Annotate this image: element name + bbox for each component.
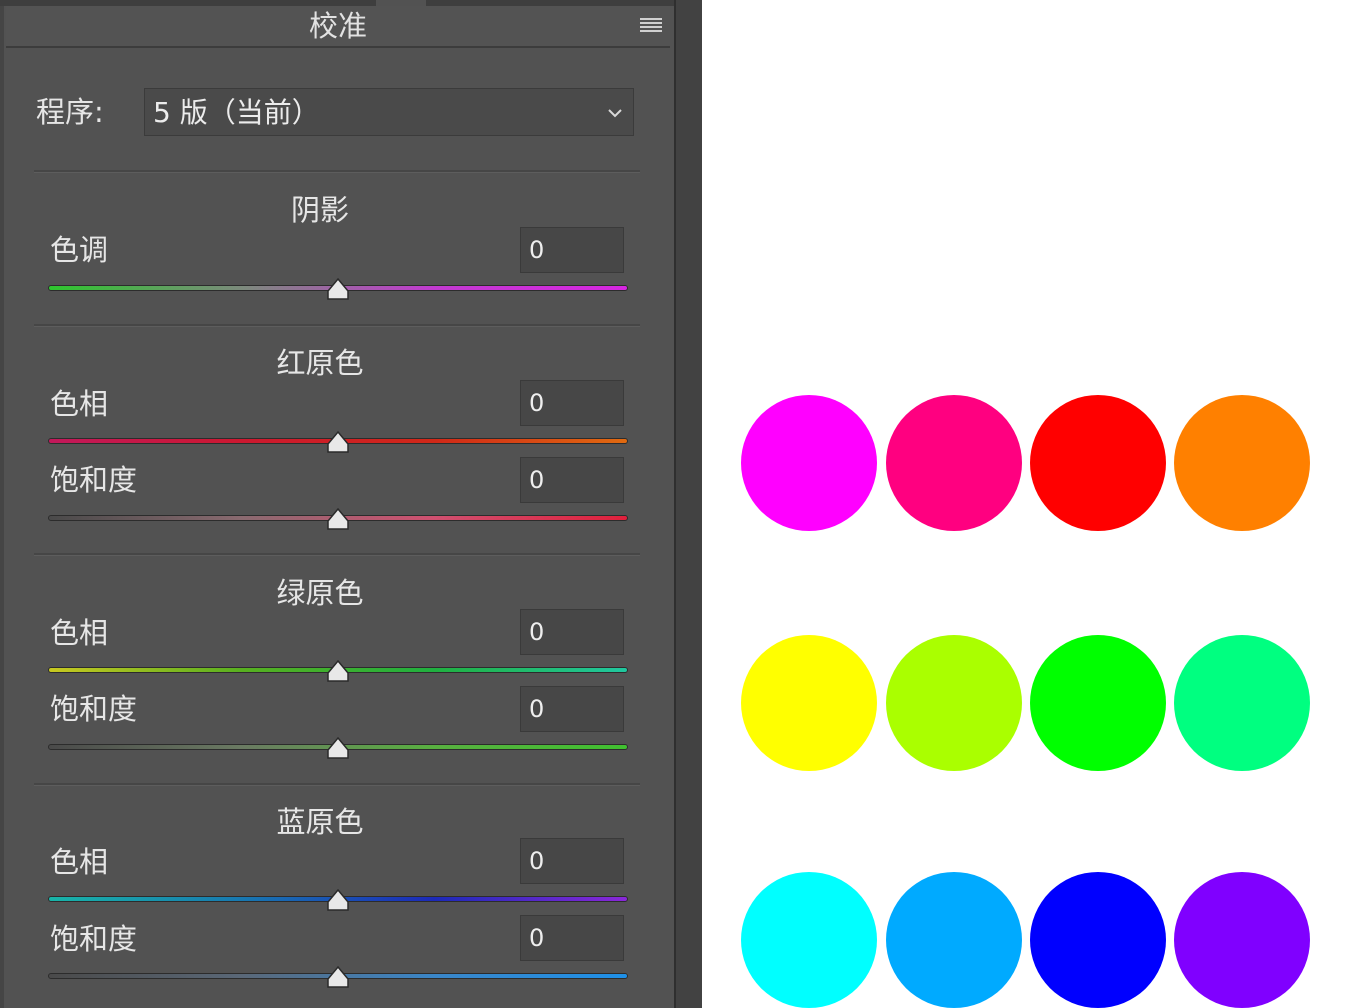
red-saturation-value: 0 xyxy=(529,466,545,494)
color-swatch xyxy=(886,872,1022,1008)
section-title-green-primary: 绿原色 xyxy=(276,576,364,610)
calibration-panel: 校准 程序: 5 版（当前） 阴影 色调 0 红原色 色相 0 饱和度 0 绿原… xyxy=(0,0,702,1008)
green-hue-slider[interactable] xyxy=(48,659,628,685)
blue-saturation-input[interactable]: 0 xyxy=(520,915,624,961)
color-swatch xyxy=(886,395,1022,531)
shadows-tint-input[interactable]: 0 xyxy=(520,227,624,273)
slider-thumb[interactable] xyxy=(326,888,350,912)
blue-saturation-value: 0 xyxy=(529,924,545,952)
shadows-tint-slider[interactable] xyxy=(48,277,628,303)
section-divider xyxy=(34,783,640,786)
chevron-down-icon xyxy=(608,109,622,118)
process-label: 程序: xyxy=(36,95,104,129)
process-version-dropdown[interactable]: 5 版（当前） xyxy=(144,88,634,136)
section-title-shadows: 阴影 xyxy=(290,193,349,227)
blue-hue-input[interactable]: 0 xyxy=(520,838,624,884)
blue-saturation-slider[interactable] xyxy=(48,965,628,991)
green-saturation-value: 0 xyxy=(529,695,545,723)
panel-right-border xyxy=(674,0,702,1008)
color-swatch xyxy=(741,635,877,771)
red-hue-input[interactable]: 0 xyxy=(520,380,624,426)
red-hue-value: 0 xyxy=(529,389,545,417)
color-swatch xyxy=(1174,395,1310,531)
color-swatch xyxy=(1174,872,1310,1008)
green-saturation-label: 饱和度 xyxy=(50,692,138,726)
color-swatch xyxy=(1030,872,1166,1008)
green-hue-input[interactable]: 0 xyxy=(520,609,624,655)
shadows-tint-label: 色调 xyxy=(50,233,109,267)
red-saturation-input[interactable]: 0 xyxy=(520,457,624,503)
slider-thumb[interactable] xyxy=(326,659,350,683)
color-swatch xyxy=(1030,395,1166,531)
blue-hue-slider[interactable] xyxy=(48,888,628,914)
red-hue-label: 色相 xyxy=(50,387,109,421)
section-divider xyxy=(34,170,640,173)
color-swatch xyxy=(886,635,1022,771)
red-saturation-slider[interactable] xyxy=(48,507,628,533)
color-swatch xyxy=(741,872,877,1008)
process-version-value: 5 版（当前） xyxy=(153,96,320,129)
slider-thumb[interactable] xyxy=(326,965,350,989)
panel-menu-icon[interactable] xyxy=(640,18,662,34)
blue-saturation-label: 饱和度 xyxy=(50,922,138,956)
slider-thumb[interactable] xyxy=(326,277,350,301)
color-swatch xyxy=(1174,635,1310,771)
color-swatch xyxy=(741,395,877,531)
green-hue-value: 0 xyxy=(529,618,545,646)
panel-header: 校准 xyxy=(6,6,670,48)
green-saturation-input[interactable]: 0 xyxy=(520,686,624,732)
panel-left-edge xyxy=(0,6,4,1008)
red-saturation-label: 饱和度 xyxy=(50,463,138,497)
slider-thumb[interactable] xyxy=(326,507,350,531)
shadows-tint-value: 0 xyxy=(529,236,545,264)
section-title-red-primary: 红原色 xyxy=(276,346,364,380)
blue-hue-value: 0 xyxy=(529,847,545,875)
green-hue-label: 色相 xyxy=(50,616,109,650)
green-saturation-slider[interactable] xyxy=(48,736,628,762)
section-divider xyxy=(34,324,640,327)
slider-thumb[interactable] xyxy=(326,430,350,454)
section-title-blue-primary: 蓝原色 xyxy=(276,805,364,839)
blue-hue-label: 色相 xyxy=(50,845,109,879)
panel-title: 校准 xyxy=(308,9,367,43)
red-hue-slider[interactable] xyxy=(48,430,628,456)
slider-thumb[interactable] xyxy=(326,736,350,760)
color-swatch xyxy=(1030,635,1166,771)
section-divider xyxy=(34,553,640,556)
